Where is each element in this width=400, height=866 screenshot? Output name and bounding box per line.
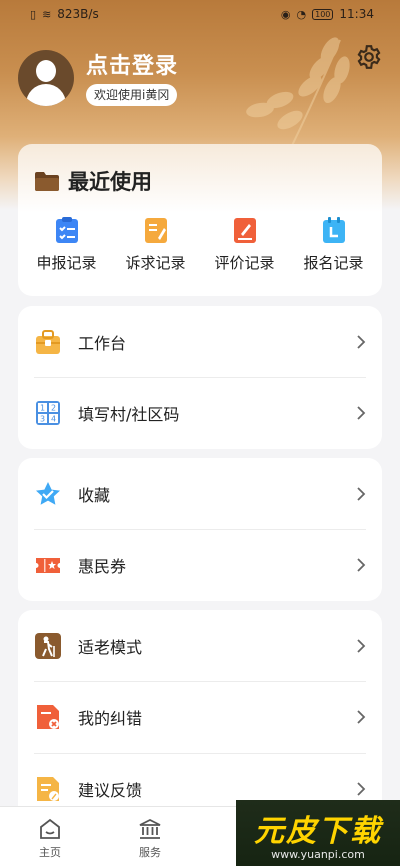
svg-text:3: 3 <box>40 415 45 424</box>
network-speed: 823B/s <box>57 7 99 21</box>
menu-item-label: 我的纠错 <box>78 709 143 728</box>
menu-item-correction[interactable]: 我的纠错 <box>18 681 382 753</box>
evaluation-record-icon <box>233 218 256 243</box>
feedback-icon <box>37 777 59 801</box>
menu-item-label: 适老模式 <box>78 638 143 657</box>
declaration-record-icon <box>55 217 78 243</box>
recent-title: 最近使用 <box>34 166 152 196</box>
recent-item-label: 诉求记录 <box>125 254 186 272</box>
appeal-record-icon <box>144 218 167 243</box>
clock: 11:34 <box>339 7 374 21</box>
settings-gear-icon[interactable] <box>356 44 382 70</box>
watermark-title: 元皮下载 <box>254 813 382 849</box>
recent-item-label: 报名记录 <box>303 254 364 272</box>
wifi-icon: ≋ <box>42 7 52 21</box>
menu-group-workspace: 工作台 1 2 3 4 填写村/社区码 <box>18 306 382 449</box>
chevron-right-icon <box>357 639 366 653</box>
recent-item-label: 评价记录 <box>214 254 275 272</box>
signup-record-icon <box>322 217 345 243</box>
svg-text:4: 4 <box>51 415 56 424</box>
elderly-mode-icon <box>35 633 61 659</box>
status-bar: ▯ ≋ 823B/s ◉ ◔ 100 11:34 <box>0 0 400 28</box>
chevron-right-icon <box>357 782 366 796</box>
recent-title-text: 最近使用 <box>68 170 152 194</box>
recent-item-appeal[interactable]: 诉求记录 <box>114 216 198 273</box>
welcome-badge: 欢迎使用i黄冈 <box>86 84 178 106</box>
sim-icon: ▯ <box>30 7 37 21</box>
menu-group-settings: 适老模式 我的纠错 建议反馈 <box>18 610 382 806</box>
watermark-url: www.yuanpi.com <box>271 847 365 861</box>
avatar-body-shape <box>26 84 66 106</box>
recent-item-signup[interactable]: 报名记录 <box>292 216 376 273</box>
recent-item-label: 申报记录 <box>36 254 97 272</box>
service-icon <box>139 818 161 839</box>
svg-text:2: 2 <box>51 404 56 413</box>
tab-label: 服务 <box>139 846 161 859</box>
menu-item-label: 建议反馈 <box>78 781 143 800</box>
menu-item-label: 收藏 <box>78 486 111 505</box>
workbench-icon <box>36 330 60 354</box>
menu-item-label: 惠民券 <box>78 557 127 576</box>
tab-home[interactable]: 主页 <box>0 807 100 866</box>
login-button[interactable]: 点击登录 <box>86 48 178 80</box>
menu-item-label: 填写村/社区码 <box>78 405 180 424</box>
home-icon <box>40 818 60 839</box>
folder-icon <box>35 172 59 191</box>
favorite-icon <box>36 482 60 505</box>
tab-service[interactable]: 服务 <box>100 807 200 866</box>
recent-used-card: 最近使用 申报记录 诉求记录 评价记录 报名记录 <box>18 144 382 296</box>
chevron-right-icon <box>357 335 366 349</box>
menu-item-favorite[interactable]: 收藏 <box>18 458 382 530</box>
recent-grid: 申报记录 诉求记录 评价记录 报名记录 <box>18 216 382 273</box>
speed-icon: ◔ <box>296 7 307 21</box>
avatar-head-shape <box>36 60 56 82</box>
coupon-icon <box>36 558 60 573</box>
tab-label: 主页 <box>39 846 61 859</box>
menu-item-coupon[interactable]: 惠民券 <box>18 529 382 601</box>
correction-icon <box>37 705 59 729</box>
menu-group-favorites: 收藏 惠民券 <box>18 458 382 601</box>
svg-text:1: 1 <box>40 404 45 413</box>
recent-item-evaluation[interactable]: 评价记录 <box>203 216 287 273</box>
chevron-right-icon <box>357 406 366 420</box>
chevron-right-icon <box>357 487 366 501</box>
menu-item-elderly-mode[interactable]: 适老模式 <box>18 610 382 682</box>
battery-icon: 100 <box>312 8 334 20</box>
menu-item-community-code[interactable]: 1 2 3 4 填写村/社区码 <box>18 377 382 449</box>
community-code-icon: 1 2 3 4 <box>36 401 60 425</box>
eye-icon: ◉ <box>280 7 291 21</box>
chevron-right-icon <box>357 558 366 572</box>
menu-item-workbench[interactable]: 工作台 <box>18 306 382 378</box>
watermark-logo: 元皮下载 www.yuanpi.com <box>236 800 400 866</box>
avatar[interactable] <box>18 50 74 106</box>
recent-item-declaration[interactable]: 申报记录 <box>25 216 109 273</box>
chevron-right-icon <box>357 710 366 724</box>
menu-item-label: 工作台 <box>78 334 127 353</box>
